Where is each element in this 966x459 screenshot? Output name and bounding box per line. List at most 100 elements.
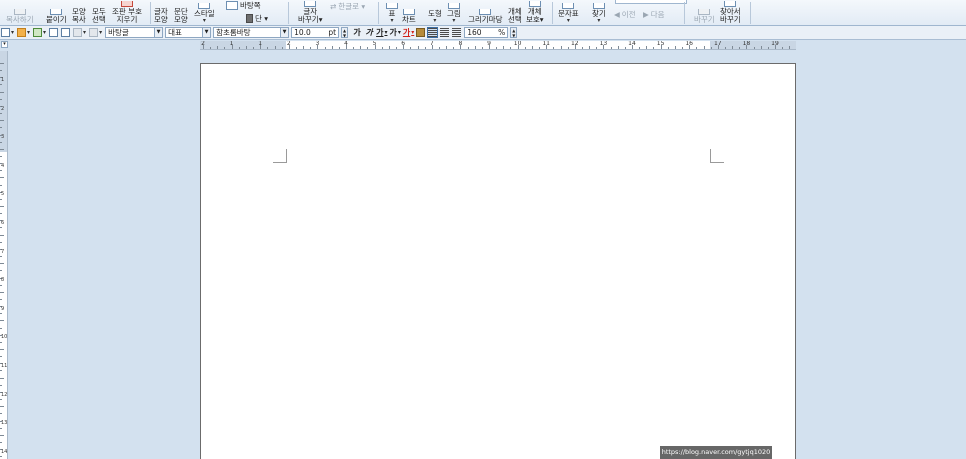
ruler-tick (281, 47, 283, 49)
hangul-convert-button[interactable]: ⇄ 한글로 ▾ (330, 1, 365, 12)
open-button[interactable]: ▾ (17, 27, 30, 39)
style-button[interactable]: 스타일 ▾ (194, 0, 215, 25)
ruler-tick (667, 47, 669, 49)
object-select-button[interactable]: 개체 선택 (508, 0, 522, 25)
paste-button[interactable]: 붙이기 (46, 0, 67, 25)
ruler-tick (0, 84, 2, 86)
ruler-number: 5 (1, 191, 5, 198)
ruler-tick (388, 46, 390, 49)
ruler-tick (553, 47, 555, 49)
picture-button[interactable]: 그림 ▾ (447, 0, 461, 25)
find-input[interactable] (615, 0, 687, 4)
ruler-tick (353, 47, 355, 49)
ruler-tick (496, 47, 498, 49)
find-next-button[interactable]: ▶ 다음 (643, 9, 665, 20)
ruler-tick (0, 198, 2, 200)
ribbon-separator (750, 2, 751, 24)
ruler-tick (0, 399, 2, 401)
document-page[interactable] (200, 63, 796, 459)
background-page-button[interactable]: 바탕쪽 (226, 0, 261, 11)
ruler-tick (0, 320, 4, 322)
replace-button[interactable]: 바꾸기 (694, 0, 715, 25)
font-color-button[interactable]: 가 ▾ (403, 27, 414, 39)
style-select[interactable]: 바탕글 ▼ (105, 27, 164, 38)
ruler-tick (0, 427, 2, 429)
ruler-tick (0, 155, 2, 157)
print-preview-button[interactable] (61, 27, 71, 39)
italic-button[interactable]: 가 (364, 27, 374, 39)
new-doc-icon (1, 28, 10, 37)
line-spacing-stepper[interactable]: ▲ ▼ (510, 27, 518, 38)
new-doc-button[interactable]: ▾ (1, 27, 14, 39)
vertical-ruler[interactable]: 1 2 3 4 5 6 7 8 9 10 11 12 13 14 (0, 51, 8, 459)
undo-icon (73, 28, 83, 37)
ruler-number: 5 (372, 41, 377, 47)
redo-button[interactable]: ▾ (89, 27, 102, 39)
find-button[interactable]: 찾기 ▾ (592, 0, 606, 25)
font-size-stepper[interactable]: ▲ ▼ (341, 27, 349, 38)
ruler-tick (224, 47, 226, 49)
ruler-tick (446, 46, 448, 49)
undo-button[interactable]: ▾ (73, 27, 86, 39)
ruler-tick (295, 47, 297, 49)
ruler-tick (0, 70, 2, 72)
ruler-tick (617, 46, 619, 49)
ruler-tick (0, 291, 4, 293)
find-replace-button[interactable]: 찾아서 바꾸기 (720, 0, 741, 25)
ruler-tick (424, 47, 426, 49)
align-right-icon[interactable] (452, 28, 462, 37)
save-button[interactable]: ▾ (33, 27, 46, 39)
arrow-left-icon: ◀ (614, 10, 620, 19)
highlight-color-swatch[interactable] (416, 28, 426, 37)
line-spacing-input[interactable]: 160 % (464, 27, 509, 38)
outline-select[interactable]: 대표 ▼ (165, 27, 212, 38)
crop-mark-top-right (710, 149, 724, 163)
find-prev-button[interactable]: ◀ 이전 (614, 9, 636, 20)
font-select[interactable]: 함초롬바탕 ▼ (213, 27, 290, 38)
chart-button[interactable]: 차트 (402, 0, 416, 25)
replace-chars-button[interactable]: 글자 바꾸기▾ (298, 0, 322, 25)
redo-icon (89, 28, 99, 37)
ruler-number: 10 (513, 41, 522, 47)
columns-icon (246, 14, 253, 23)
print-button[interactable] (49, 27, 59, 39)
ruler-tick (0, 241, 2, 243)
ruler-tick (732, 46, 734, 49)
columns-button[interactable]: 단 ▾ (246, 13, 268, 24)
ruler-tick (267, 47, 269, 49)
ruler-tick (639, 47, 641, 49)
align-center-icon[interactable] (440, 28, 450, 37)
copy-button[interactable]: 복사하기 (6, 0, 34, 25)
print-preview-icon (61, 28, 71, 37)
remove-markers-button[interactable]: 조판 부호 지우기 (112, 0, 142, 25)
strike-button[interactable]: 가 ▾ (389, 27, 400, 39)
symbol-button[interactable]: 문자표 ▾ (558, 0, 579, 25)
select-all-button[interactable]: 모두 선택 (92, 0, 106, 25)
para-shape-button[interactable]: 문단 모양 (174, 0, 188, 25)
underline-button[interactable]: 가 ▾ (376, 27, 387, 39)
object-protect-button[interactable]: 개체 보호▾ (526, 0, 544, 25)
align-justify-icon[interactable] (427, 27, 439, 38)
shape-button[interactable]: 도형 ▾ (428, 0, 442, 25)
table-button[interactable]: 표 ▾ (386, 0, 398, 25)
drawing-gallery-button[interactable]: 그리기마당 (468, 0, 503, 25)
format-copy-button[interactable]: 모양 복사 (72, 0, 86, 25)
ruler-corner-button[interactable]: ▾ (1, 41, 8, 48)
ruler-tick (0, 256, 2, 258)
ruler-tick (782, 47, 784, 49)
char-shape-button[interactable]: 글자 모양 (154, 0, 168, 25)
ruler-tick (0, 349, 4, 350)
ruler-number: 9 (487, 41, 491, 47)
ruler-number: 13 (1, 420, 8, 427)
ruler-tick (0, 456, 2, 458)
chevron-down-icon: ▼ (202, 28, 211, 37)
font-size-input[interactable]: 10.0 pt (291, 27, 340, 38)
ruler-tick (674, 46, 676, 49)
horizontal-ruler[interactable]: 2 1 1 2 3 4 5 6 7 8 9 10 11 12 13 14 15 16 17 18 19 (200, 41, 796, 50)
ruler-number: 1 (1, 77, 5, 83)
ruler-tick (238, 47, 240, 49)
bold-button[interactable]: 가 (352, 27, 362, 39)
arrow-right-icon: ▶ (643, 10, 649, 19)
ruler-tick (0, 113, 2, 115)
ruler-tick (589, 46, 591, 49)
